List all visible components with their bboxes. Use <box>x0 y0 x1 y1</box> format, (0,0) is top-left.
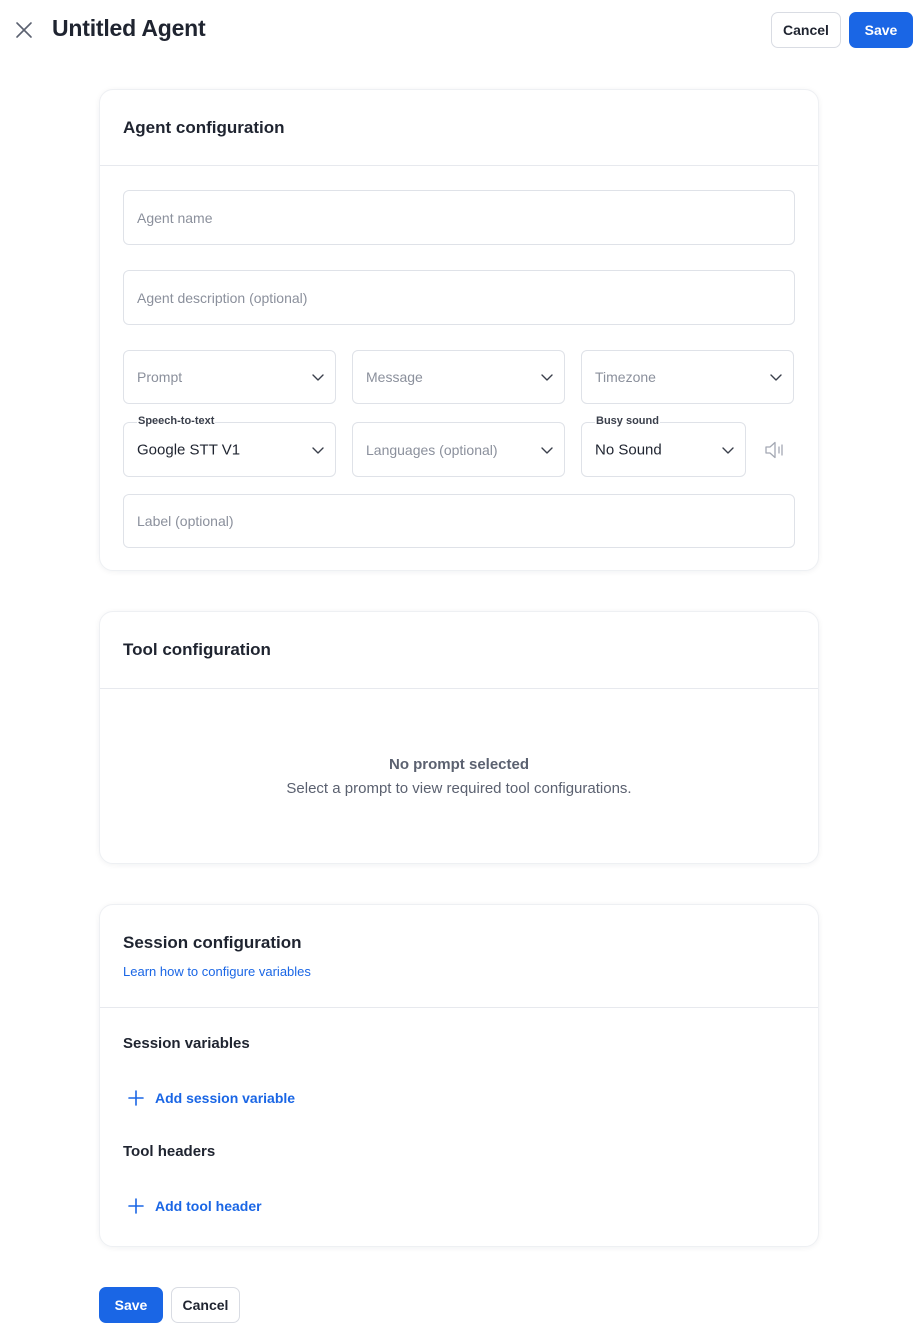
close-icon[interactable] <box>12 18 36 42</box>
agent-description-input[interactable]: Agent description (optional) <box>123 270 795 325</box>
agent-description-placeholder: Agent description (optional) <box>137 289 308 306</box>
message-placeholder: Message <box>366 369 423 385</box>
page-title: Untitled Agent <box>52 15 206 41</box>
message-select[interactable]: Message <box>352 350 565 404</box>
empty-state-subtitle: Select a prompt to view required tool co… <box>286 780 632 797</box>
learn-variables-link[interactable]: Learn how to configure variables <box>123 964 311 979</box>
label-placeholder: Label (optional) <box>137 513 234 529</box>
chevron-down-icon <box>541 446 553 454</box>
speech-to-text-select[interactable]: Google STT V1 <box>123 422 336 477</box>
chevron-down-icon <box>541 374 553 381</box>
tool-configuration-title: Tool configuration <box>123 640 271 659</box>
divider <box>100 165 818 166</box>
divider <box>100 688 818 689</box>
chevron-down-icon <box>312 446 324 454</box>
languages-placeholder: Languages (optional) <box>366 441 498 458</box>
footer-cancel-button[interactable]: Cancel <box>171 1287 240 1323</box>
add-session-variable-button[interactable]: Add session variable <box>127 1089 295 1107</box>
add-session-variable-label: Add session variable <box>155 1090 296 1106</box>
session-configuration-title: Session configuration <box>123 933 302 952</box>
agent-name-placeholder: Agent name <box>137 209 213 226</box>
plus-icon <box>128 1090 144 1106</box>
label-input[interactable]: Label (optional) <box>123 494 795 548</box>
footer-save-button[interactable]: Save <box>99 1287 163 1323</box>
tool-headers-title: Tool headers <box>123 1143 216 1160</box>
busy-sound-value: No Sound <box>595 441 662 458</box>
cancel-button[interactable]: Cancel <box>771 12 841 48</box>
speech-to-text-value: Google STT V1 <box>137 441 241 458</box>
agent-name-input[interactable]: Agent name <box>123 190 795 245</box>
timezone-select[interactable]: Timezone <box>581 350 794 404</box>
prompt-select[interactable]: Prompt <box>123 350 336 404</box>
session-configuration-card: Session configuration Learn how to confi… <box>99 904 819 1247</box>
agent-configuration-title: Agent configuration <box>123 118 285 137</box>
save-button[interactable]: Save <box>849 12 913 48</box>
busy-sound-select[interactable]: No Sound <box>581 422 746 477</box>
agent-configuration-card: Agent configuration Agent name Agent des… <box>99 89 819 571</box>
add-tool-header-button[interactable]: Add tool header <box>127 1197 262 1215</box>
session-variables-title: Session variables <box>123 1035 250 1052</box>
chevron-down-icon <box>722 446 734 454</box>
tool-configuration-card: Tool configuration No prompt selected Se… <box>99 611 819 864</box>
chevron-down-icon <box>312 374 324 381</box>
add-tool-header-label: Add tool header <box>155 1198 262 1214</box>
speech-to-text-label: Speech-to-text <box>137 415 216 427</box>
speaker-icon[interactable] <box>762 437 788 463</box>
busy-sound-label: Busy sound <box>595 415 660 427</box>
plus-icon <box>128 1198 144 1214</box>
languages-select[interactable]: Languages (optional) <box>352 422 565 477</box>
divider <box>100 1007 818 1008</box>
timezone-placeholder: Timezone <box>595 369 656 385</box>
empty-state-title: No prompt selected <box>388 756 530 773</box>
top-bar: Untitled Agent Cancel Save <box>0 0 918 60</box>
prompt-placeholder: Prompt <box>137 369 183 385</box>
chevron-down-icon <box>770 374 782 381</box>
